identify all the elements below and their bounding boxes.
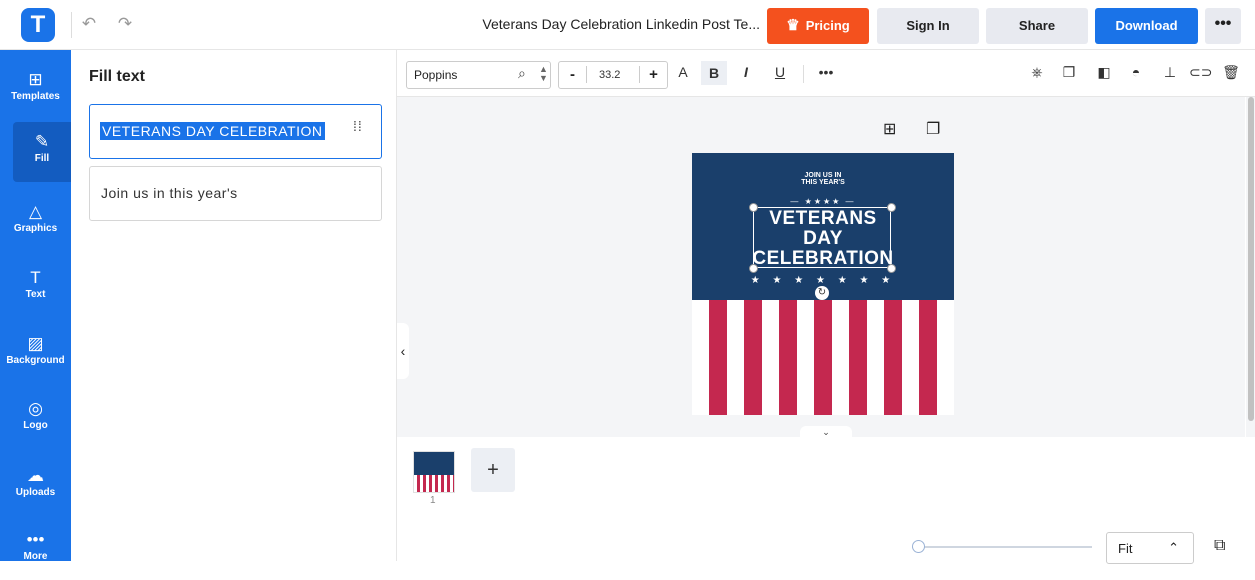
panel-title: Fill text: [89, 68, 146, 85]
layer-order-icon[interactable]: ◧: [1093, 64, 1115, 81]
link-icon[interactable]: ⊂⊃: [1189, 64, 1212, 81]
pencil-icon: ✎: [34, 132, 50, 151]
sidebar-item-label: Graphics: [13, 223, 58, 234]
text-field-value[interactable]: VETERANS DAY CELEBRATION: [100, 122, 325, 140]
expand-pages-button[interactable]: ⌄: [800, 426, 852, 438]
sidebar-item-graphics[interactable]: △ Graphics: [0, 192, 71, 252]
crown-icon: ♛: [786, 17, 800, 34]
flag-stripes: [692, 300, 954, 415]
drag-handle-icon[interactable]: ⁞⁞: [353, 119, 362, 133]
sidebar-item-label: Background: [6, 355, 65, 366]
design-canvas[interactable]: JOIN US IN THIS YEAR'S — ★★★★ — VETERANS…: [692, 153, 954, 415]
chevron-up-icon: ⌃: [1168, 540, 1179, 555]
add-page-icon[interactable]: ⊞: [883, 119, 896, 139]
zoom-slider-handle[interactable]: [912, 540, 925, 553]
font-size-stepper[interactable]: - 33.2 +: [558, 61, 668, 89]
shapes-icon: △: [28, 202, 43, 221]
undo-icon[interactable]: ↶: [79, 14, 99, 34]
format-painter-icon[interactable]: ⎈: [1026, 64, 1048, 81]
font-name: Poppins: [414, 68, 458, 82]
thumbnail-header: [414, 452, 454, 475]
selection-box[interactable]: [753, 207, 891, 268]
upload-cloud-icon: ☁: [27, 466, 44, 485]
page-thumbnail[interactable]: [413, 451, 455, 493]
sidebar-item-fill[interactable]: ✎ Fill: [13, 122, 71, 182]
app-logo[interactable]: T: [21, 8, 55, 42]
more-options-icon[interactable]: •••: [815, 64, 837, 80]
sidebar-item-label: Templates: [11, 91, 60, 102]
vertical-scrollbar[interactable]: [1246, 97, 1255, 437]
divider: [71, 12, 72, 38]
duplicate-icon[interactable]: ❐: [1058, 64, 1080, 81]
page-count-icon[interactable]: ⧉: [1214, 537, 1225, 555]
text-icon: T: [30, 268, 41, 287]
resize-handle[interactable]: [887, 203, 896, 212]
font-size-value[interactable]: 33.2: [599, 69, 620, 81]
increase-size-button[interactable]: +: [639, 66, 667, 83]
duplicate-page-icon[interactable]: ❐: [926, 119, 940, 139]
divider: [803, 65, 804, 83]
text-color-icon[interactable]: A: [672, 64, 694, 80]
sidebar-item-background[interactable]: ▨ Background: [0, 324, 71, 384]
sidebar-item-text[interactable]: T Text: [0, 258, 71, 318]
download-button[interactable]: Download: [1095, 8, 1198, 44]
left-sidebar: ⊞ Templates ✎ Fill △ Graphics T Text ▨ B…: [0, 50, 71, 562]
sign-in-button[interactable]: Sign In: [877, 8, 979, 44]
search-icon[interactable]: ⌕: [518, 65, 526, 82]
fill-text-panel: Fill text VETERANS DAY CELEBRATION ⁞⁞ Jo…: [71, 50, 397, 561]
text-toolbar: Poppins ⌕ ▲ ▼ - 33.2 + A B I U ••• ⎈ ❐ ◧ …: [397, 50, 1255, 97]
document-title[interactable]: Veterans Day Celebration Linkedin Post T…: [440, 16, 760, 32]
bold-icon[interactable]: B: [701, 61, 727, 85]
page-number: 1: [430, 495, 436, 506]
sidebar-item-uploads[interactable]: ☁ Uploads: [0, 456, 71, 516]
text-field-value[interactable]: Join us in this year's: [101, 185, 238, 201]
delete-icon[interactable]: 🗑: [1220, 64, 1242, 81]
background-icon: ▨: [27, 334, 44, 353]
resize-handle[interactable]: [887, 264, 896, 273]
zoom-select[interactable]: Fit ⌃: [1106, 532, 1194, 564]
text-field-subline[interactable]: Join us in this year's: [89, 166, 382, 221]
resize-handle[interactable]: [749, 203, 758, 212]
art-subline-1[interactable]: JOIN US IN: [692, 172, 954, 179]
sidebar-item-more[interactable]: ••• More: [0, 520, 71, 580]
pricing-button[interactable]: ♛ Pricing: [767, 8, 869, 44]
resize-handle[interactable]: [749, 264, 758, 273]
share-button[interactable]: Share: [986, 8, 1088, 44]
pricing-label: Pricing: [805, 18, 850, 33]
sidebar-item-label: Logo: [23, 420, 48, 431]
top-bar: T ↶ ↷ Veterans Day Celebration Linkedin …: [0, 0, 1255, 50]
underline-icon[interactable]: U: [769, 64, 791, 80]
sidebar-item-label: Fill: [34, 153, 50, 164]
templates-icon: ⊞: [28, 70, 43, 89]
sidebar-item-label: More: [23, 551, 48, 562]
text-field-headline[interactable]: VETERANS DAY CELEBRATION ⁞⁞: [89, 104, 382, 159]
art-star-row: ★ ★ ★ ★ ★ ★ ★: [750, 275, 896, 286]
sidebar-item-label: Uploads: [15, 487, 56, 498]
logo-icon: ◎: [28, 399, 43, 418]
zoom-slider[interactable]: [912, 546, 1092, 548]
more-options-button[interactable]: •••: [1205, 8, 1241, 44]
sidebar-item-label: Text: [25, 289, 46, 300]
font-family-select[interactable]: Poppins ⌕ ▲ ▼: [406, 61, 551, 89]
sidebar-item-templates[interactable]: ⊞ Templates: [0, 60, 71, 120]
stepper-icon[interactable]: ▲ ▼: [539, 65, 548, 83]
decrease-size-button[interactable]: -: [559, 66, 587, 83]
align-icon[interactable]: ⊥: [1159, 64, 1181, 81]
thumbnail-stripes: [414, 475, 454, 492]
italic-icon[interactable]: I: [735, 64, 757, 80]
zoom-value: Fit: [1118, 541, 1133, 556]
art-subline-2[interactable]: THIS YEAR'S: [692, 179, 954, 186]
add-page-button[interactable]: +: [471, 448, 515, 492]
redo-icon[interactable]: ↷: [115, 14, 135, 34]
art-star-divider: — ★★★★ —: [790, 197, 856, 206]
opacity-icon[interactable]: ◓: [1125, 64, 1147, 80]
rotate-icon[interactable]: ↻: [815, 286, 829, 300]
scrollbar-thumb[interactable]: [1248, 97, 1254, 421]
more-icon: •••: [26, 530, 45, 549]
sidebar-item-logo[interactable]: ◎ Logo: [0, 389, 71, 449]
collapse-panel-button[interactable]: ‹: [397, 323, 409, 379]
